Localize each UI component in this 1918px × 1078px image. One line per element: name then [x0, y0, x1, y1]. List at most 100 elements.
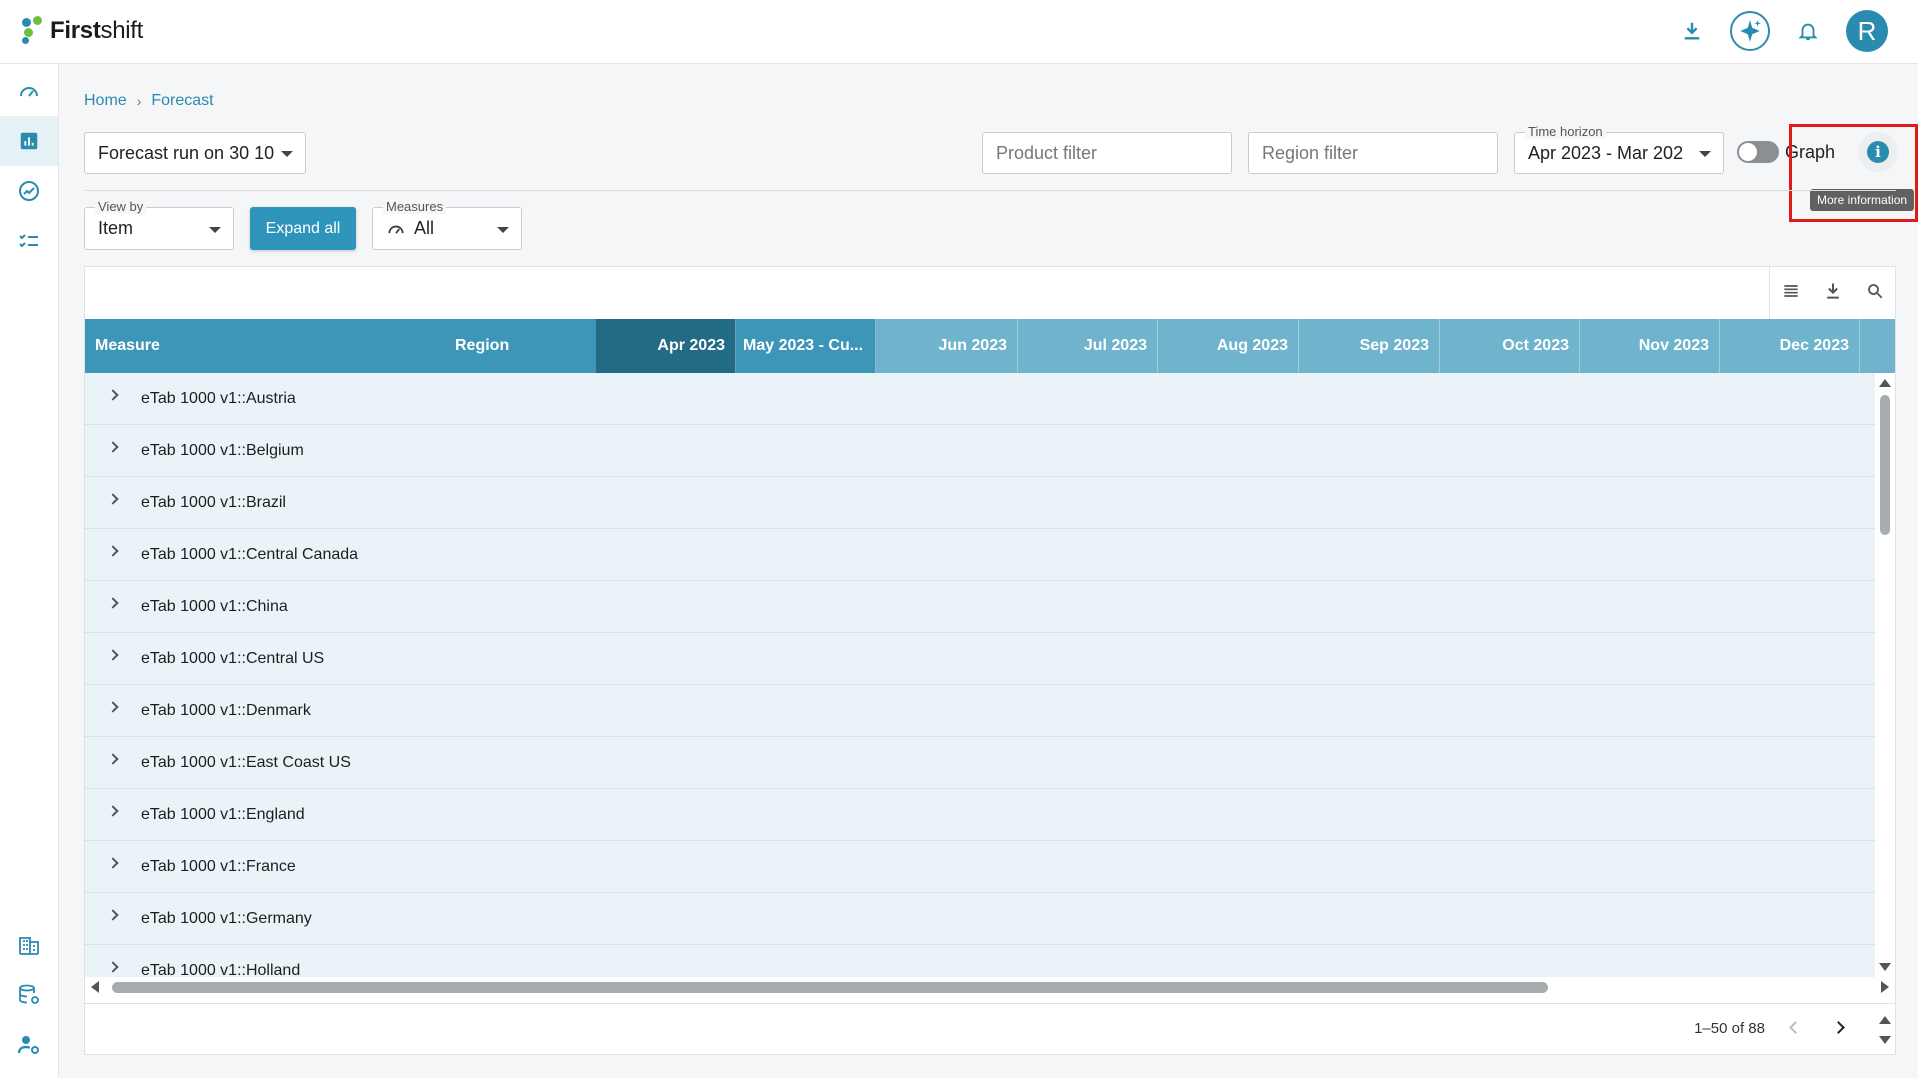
view-by-value: Item — [98, 218, 134, 238]
breadcrumb: Home › Forecast — [84, 92, 214, 110]
column-header-month[interactable]: Apr 2023 — [596, 319, 736, 373]
chevron-right-icon[interactable] — [107, 909, 119, 921]
table-body: eTab 1000 v1::Austria eTab 1000 v1::Belg… — [85, 373, 1875, 977]
chevron-down-icon — [497, 226, 509, 233]
vertical-scroll-thumb[interactable] — [1880, 395, 1890, 535]
chevron-right-icon[interactable] — [107, 545, 119, 557]
row-label: eTab 1000 v1::France — [141, 857, 296, 875]
table-row[interactable]: eTab 1000 v1::France — [85, 841, 1875, 893]
chevron-right-icon[interactable] — [107, 597, 119, 609]
info-icon: i — [1867, 141, 1889, 163]
row-label: eTab 1000 v1::Central US — [141, 649, 325, 667]
table-row[interactable]: eTab 1000 v1::Central US — [85, 633, 1875, 685]
forecast-table-card: Measure Region Apr 2023 May 2023 - Cu...… — [84, 266, 1896, 1055]
search-icon[interactable] — [1866, 282, 1884, 305]
chevron-left-icon[interactable] — [1789, 1021, 1802, 1034]
scroll-left-icon[interactable] — [91, 981, 99, 993]
chevron-right-icon[interactable] — [107, 961, 119, 973]
measure-header-label: Measure — [95, 337, 160, 354]
table-row[interactable]: eTab 1000 v1::East Coast US — [85, 737, 1875, 789]
download-icon[interactable] — [1823, 281, 1843, 306]
building-icon[interactable] — [0, 920, 58, 970]
more-information-button[interactable]: i — [1858, 132, 1898, 172]
expand-all-button[interactable]: Expand all — [250, 207, 356, 250]
table-row[interactable]: eTab 1000 v1::China — [85, 581, 1875, 633]
bell-icon[interactable] — [1788, 11, 1828, 51]
graph-toggle[interactable] — [1737, 141, 1779, 163]
column-header-month[interactable]: Jun 2023 — [876, 319, 1018, 373]
database-settings-icon[interactable] — [0, 970, 58, 1020]
row-label: eTab 1000 v1::Belgium — [141, 441, 304, 459]
time-horizon-select[interactable]: Time horizon Apr 2023 - Mar 202 — [1514, 124, 1724, 174]
more-information-tooltip: More information — [1810, 189, 1915, 211]
chevron-down-icon — [209, 226, 221, 233]
column-header-month[interactable]: May 2023 - Cu... — [736, 319, 876, 373]
side-nav — [0, 64, 59, 1078]
chevron-right-icon[interactable] — [107, 805, 119, 817]
scroll-up-icon[interactable] — [1879, 379, 1891, 387]
chevron-right-icon[interactable] — [107, 649, 119, 661]
scroll-down-icon[interactable] — [1879, 963, 1891, 971]
region-filter-input[interactable]: Region filter — [1248, 132, 1498, 174]
time-horizon-value: Apr 2023 - Mar 202 — [1528, 142, 1684, 163]
column-header-month[interactable]: Dec 2023 — [1720, 319, 1860, 373]
bar-chart-icon[interactable] — [0, 116, 58, 166]
dashboard-icon[interactable] — [0, 66, 58, 116]
avatar[interactable]: R — [1846, 10, 1888, 52]
row-label: eTab 1000 v1::England — [141, 805, 305, 823]
horizontal-scrollbar[interactable] — [85, 977, 1895, 997]
product-filter-input[interactable]: Product filter — [982, 132, 1232, 174]
chevron-right-icon[interactable] — [107, 441, 119, 453]
columns-menu-icon[interactable] — [1781, 281, 1801, 306]
logo[interactable]: Firstshift — [22, 16, 143, 46]
divider — [84, 190, 1896, 191]
table-row[interactable]: eTab 1000 v1::Holland — [85, 945, 1875, 977]
measures-select[interactable]: Measures All — [372, 199, 522, 250]
graph-toggle-label: Graph — [1785, 142, 1836, 162]
breadcrumb-forecast-link[interactable]: Forecast — [151, 92, 213, 110]
column-header-month[interactable]: Oct 2023 — [1440, 319, 1580, 373]
table-row[interactable]: eTab 1000 v1::Germany — [85, 893, 1875, 945]
table-row[interactable]: eTab 1000 v1::Belgium — [85, 425, 1875, 477]
breadcrumb-home-link[interactable]: Home — [84, 92, 127, 110]
column-header-month[interactable]: Nov 2023 — [1580, 319, 1720, 373]
gauge-icon — [388, 225, 404, 234]
checklist-icon[interactable] — [0, 216, 58, 266]
column-header-measure[interactable]: Measure Region — [85, 319, 596, 373]
trend-icon[interactable] — [0, 166, 58, 216]
pagination: 1–50 of 88 — [85, 1003, 1895, 1053]
scroll-right-icon[interactable] — [1881, 981, 1889, 993]
chevron-right-icon[interactable] — [107, 753, 119, 765]
table-row[interactable]: eTab 1000 v1::Denmark — [85, 685, 1875, 737]
chevron-right-icon[interactable] — [1832, 1021, 1845, 1034]
region-header-label[interactable]: Region — [455, 337, 509, 355]
column-header-month[interactable]: Aug 2023 — [1158, 319, 1299, 373]
scroll-down-icon[interactable] — [1879, 1036, 1891, 1044]
table-row[interactable]: eTab 1000 v1::Central Canada — [85, 529, 1875, 581]
column-header-month[interactable]: Jul 2023 — [1018, 319, 1158, 373]
download-icon[interactable] — [1672, 11, 1712, 51]
horizontal-scroll-thumb[interactable] — [112, 982, 1548, 993]
view-by-select[interactable]: View by Item — [84, 199, 234, 250]
forecast-run-select[interactable]: Forecast run on 30 10 — [84, 132, 306, 174]
table-row[interactable]: eTab 1000 v1::England — [85, 789, 1875, 841]
row-label: eTab 1000 v1::China — [141, 597, 288, 615]
scroll-up-icon[interactable] — [1879, 1016, 1891, 1024]
chevron-right-icon[interactable] — [107, 701, 119, 713]
chevron-down-icon — [281, 151, 293, 157]
time-horizon-label: Time horizon — [1525, 124, 1606, 139]
logo-mark-icon — [22, 16, 44, 46]
top-bar: Firstshift R — [0, 0, 1918, 64]
table-row[interactable]: eTab 1000 v1::Brazil — [85, 477, 1875, 529]
vertical-scrollbar[interactable] — [1875, 373, 1895, 977]
breadcrumb-separator: › — [136, 93, 142, 109]
chevron-right-icon[interactable] — [107, 389, 119, 401]
ai-sparkle-icon[interactable] — [1730, 11, 1770, 51]
row-label: eTab 1000 v1::Austria — [141, 389, 296, 407]
chevron-right-icon[interactable] — [107, 857, 119, 869]
column-header-month[interactable]: Sep 2023 — [1299, 319, 1440, 373]
view-by-label: View by — [95, 199, 147, 214]
chevron-right-icon[interactable] — [107, 493, 119, 505]
user-settings-icon[interactable] — [0, 1020, 58, 1070]
table-row[interactable]: eTab 1000 v1::Austria — [85, 373, 1875, 425]
